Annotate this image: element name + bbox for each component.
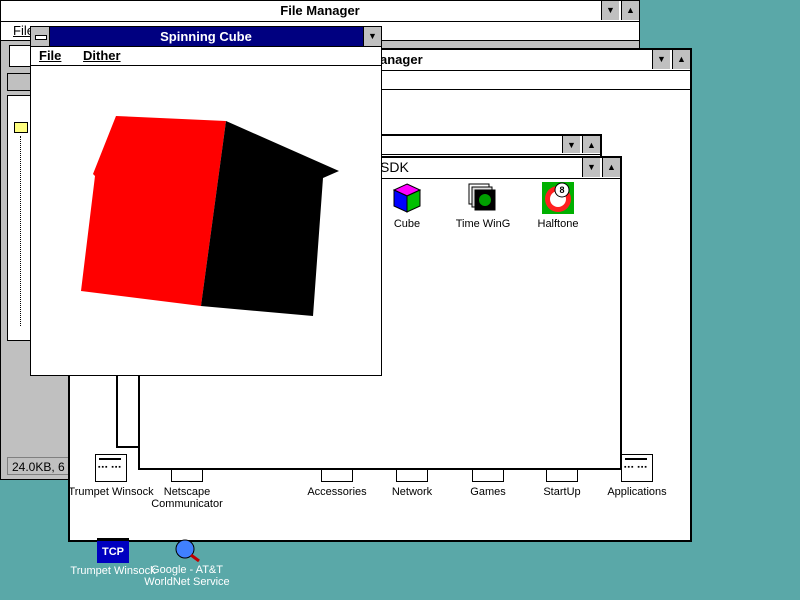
- maximize-button[interactable]: ▲: [672, 50, 690, 69]
- time-wing-label: Time WinG: [455, 218, 511, 230]
- cube-icon: [391, 182, 423, 214]
- program-group-label: StartUp: [543, 486, 581, 498]
- time-wing-icon: [467, 182, 499, 214]
- program-group-label: Netscape Communicator: [151, 486, 223, 510]
- system-menu-button[interactable]: [31, 27, 50, 46]
- program-group-icon: [95, 454, 127, 482]
- cube-canvas: [81, 116, 339, 316]
- program-group-label: Games: [470, 486, 506, 498]
- program-manager-title: anager: [380, 52, 423, 67]
- halftone-label: Halftone: [537, 218, 579, 230]
- program-group-label: Applications: [607, 486, 667, 498]
- spinning-cube-title: Spinning Cube: [160, 29, 252, 44]
- folder-icon: [14, 122, 28, 133]
- minimize-button[interactable]: ▼: [652, 50, 670, 69]
- maximize-button[interactable]: ▲: [621, 1, 639, 20]
- file-manager-titlebar[interactable]: File Manager ▼ ▲: [1, 1, 639, 22]
- magnifier-globe-icon: [171, 538, 203, 563]
- menu-dither[interactable]: Dither: [83, 47, 121, 65]
- tree-line: [20, 136, 22, 326]
- tcp-icon: TCP: [97, 538, 129, 563]
- halftone-app-icon[interactable]: 8 Halftone: [513, 182, 603, 230]
- program-group-label: Trumpet Winsock: [68, 486, 154, 498]
- cube-front-face: [81, 116, 226, 306]
- file-manager-title: File Manager: [280, 3, 360, 18]
- desktop-icon-label: Google - AT&T WorldNet Service: [144, 564, 230, 588]
- sdk-group-title: SDK: [380, 159, 409, 175]
- minimize-button[interactable]: ▼: [582, 158, 600, 177]
- menu-dither-label: Dither: [83, 48, 121, 63]
- maximize-button[interactable]: ▲: [582, 136, 600, 153]
- minimize-button[interactable]: ▼: [363, 27, 381, 46]
- svg-text:8: 8: [559, 185, 564, 195]
- program-group-icon: [621, 454, 653, 482]
- halftone-icon: 8: [542, 182, 574, 214]
- spinning-cube-titlebar[interactable]: Spinning Cube ▼: [31, 27, 381, 47]
- minimize-button[interactable]: ▼: [601, 1, 619, 20]
- maximize-button[interactable]: ▲: [602, 158, 620, 177]
- program-group-label: Network: [391, 486, 433, 498]
- cube-label: Cube: [393, 218, 421, 230]
- menu-file-label: File: [39, 48, 62, 63]
- status-text: 24.0KB, 6: [12, 460, 65, 474]
- spinning-cube-window[interactable]: Spinning Cube ▼ File Dither: [30, 26, 382, 376]
- tcp-icon-label: TCP: [102, 546, 124, 558]
- program-group-label: Accessories: [307, 486, 367, 498]
- menu-file[interactable]: File: [39, 47, 61, 65]
- minimize-button[interactable]: ▼: [562, 136, 580, 153]
- spinning-cube-menubar: File Dither: [31, 47, 381, 66]
- desktop-icon-google-worldnet[interactable]: Google - AT&T WorldNet Service: [142, 538, 232, 588]
